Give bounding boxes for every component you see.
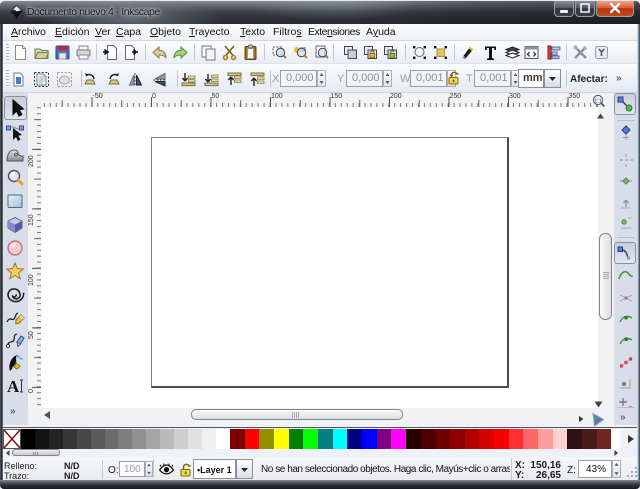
svg-text:A: A — [7, 377, 20, 396]
svg-text:1:1: 1:1 — [594, 98, 602, 104]
